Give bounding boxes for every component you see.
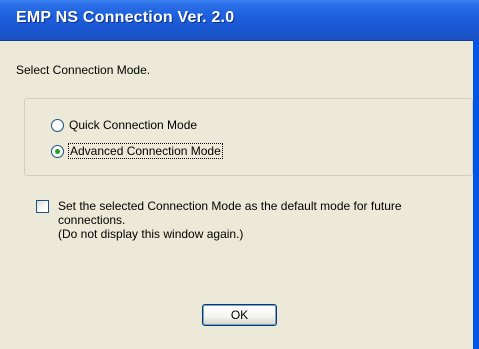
dialog-window: EMP NS Connection Ver. 2.0 Select Connec… xyxy=(0,0,479,349)
radio-label-advanced[interactable]: Advanced Connection Mode xyxy=(68,143,223,159)
default-mode-label-line: Set the selected Connection Mode as the … xyxy=(58,199,402,213)
radio-selected-dot xyxy=(55,148,60,154)
default-mode-label[interactable]: Set the selected Connection Mode as the … xyxy=(58,199,468,241)
radio-button-unselected[interactable] xyxy=(51,118,64,132)
prompt-text: Select Connection Mode. xyxy=(16,63,151,77)
window-frame-edge xyxy=(473,40,479,349)
default-mode-label-line: (Do not display this window again.) xyxy=(58,227,244,241)
title-bar[interactable]: EMP NS Connection Ver. 2.0 xyxy=(0,0,479,41)
radio-advanced-connection[interactable]: Advanced Connection Mode xyxy=(51,142,223,160)
radio-label-quick[interactable]: Quick Connection Mode xyxy=(69,118,197,132)
radio-button-selected[interactable] xyxy=(51,144,64,158)
default-mode-option[interactable]: Set the selected Connection Mode as the … xyxy=(36,199,468,241)
radio-quick-connection[interactable]: Quick Connection Mode xyxy=(51,116,197,134)
dialog-body: Select Connection Mode. Quick Connection… xyxy=(4,41,473,345)
ok-button[interactable]: OK xyxy=(202,304,277,326)
connection-mode-group: Quick Connection Mode Advanced Connectio… xyxy=(24,98,473,176)
default-mode-label-line: connections. xyxy=(58,213,126,227)
window-title: EMP NS Connection Ver. 2.0 xyxy=(16,9,235,26)
default-mode-checkbox[interactable] xyxy=(36,200,49,213)
